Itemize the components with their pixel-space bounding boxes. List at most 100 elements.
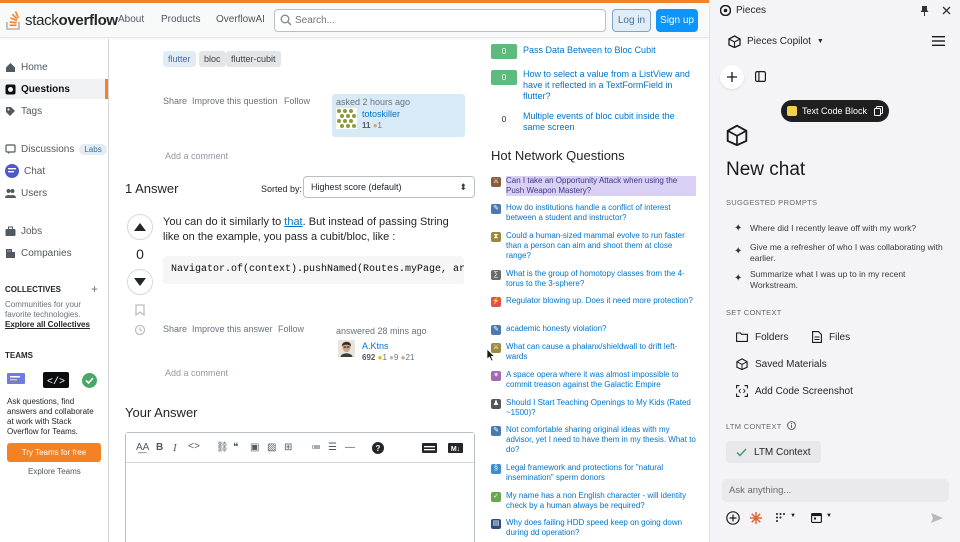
hot-network-item[interactable]: ✶ A space opera where it was almost impos… — [491, 370, 701, 392]
hot-network-item[interactable]: ✎ Not comfortable sharing original ideas … — [491, 425, 701, 454]
plus-icon[interactable]: + — [91, 282, 98, 296]
question-share-link[interactable]: Share — [163, 96, 187, 106]
nav-overflowai[interactable]: OverflowAI — [216, 14, 265, 25]
snippet-icon[interactable]: ▣ — [250, 442, 259, 453]
explore-teams-link[interactable]: Explore Teams — [28, 467, 81, 476]
context-files-button[interactable]: Files — [806, 326, 856, 348]
hot-network-item[interactable]: § Legal framework and protections for "na… — [491, 463, 701, 485]
answer-editor[interactable]: A͟A B I <> ⛓ ❝ ▣ ▨ ⊞ ≔ ☰ ― ? M↓ — [125, 432, 475, 542]
hamburger-menu-icon[interactable] — [932, 36, 945, 46]
add-code-screenshot-button[interactable]: Add Code Screenshot — [730, 380, 859, 402]
hot-network-question-link[interactable]: What is the group of homotopy classes fr… — [506, 269, 696, 289]
explore-collectives-link[interactable]: Explore all Collectives — [5, 320, 90, 329]
info-icon[interactable] — [787, 421, 796, 430]
text-code-block-pill[interactable]: Text Code Block — [781, 100, 889, 122]
hot-network-item[interactable]: ⚡ Regulator blowing up. Does it need more… — [491, 296, 701, 318]
sidebar-item-discussions[interactable]: Discussions Labs — [0, 139, 108, 159]
user-name-link[interactable]: A.Ktns — [362, 341, 389, 351]
related-question[interactable]: 0 Multiple events of bloc cubit inside t… — [491, 111, 701, 135]
help-icon[interactable]: ? — [372, 442, 384, 454]
upvote-button[interactable] — [127, 214, 153, 240]
related-question-link[interactable]: How to select a value from a ListView an… — [523, 69, 699, 102]
signup-button[interactable]: Sign up — [656, 9, 698, 32]
markdown-mode-icon[interactable]: M↓ — [448, 443, 463, 453]
hot-network-item[interactable]: ∑ What is the group of homotopy classes f… — [491, 269, 701, 291]
image-icon[interactable]: ▨ — [267, 442, 276, 453]
copy-icon[interactable] — [874, 106, 883, 116]
bold-icon[interactable]: B — [156, 442, 163, 453]
hot-network-question-link[interactable]: A space opera where it was almost imposs… — [506, 370, 696, 390]
sidebar-item-home[interactable]: Home — [0, 57, 108, 77]
italic-icon[interactable]: I — [173, 442, 177, 454]
add-circle-icon[interactable] — [726, 511, 740, 525]
hot-network-question-link[interactable]: How do institutions handle a conflict of… — [506, 203, 696, 223]
table-icon[interactable]: ⊞ — [284, 442, 292, 453]
user-name-link[interactable]: totoskiller — [362, 109, 400, 119]
related-question[interactable]: 0 Pass Data Between to Bloc Cubit — [491, 44, 701, 66]
ask-anything-input[interactable]: Ask anything... — [722, 479, 949, 502]
hot-network-item[interactable]: ⚔ What can cause a phalanx/shieldwall to … — [491, 342, 701, 364]
ordered-list-icon[interactable]: ≔ — [311, 442, 321, 453]
question-add-comment-link[interactable]: Add a comment — [165, 151, 228, 161]
model-sparkle-icon[interactable] — [749, 511, 763, 525]
pin-icon[interactable] — [920, 5, 929, 16]
time-range-dropdown[interactable]: ▼ — [811, 511, 835, 525]
hot-network-question-link[interactable]: Why does failing HDD speed keep on going… — [506, 518, 696, 538]
hot-network-question-link[interactable]: Should I Start Teaching Openings to My K… — [506, 398, 696, 418]
tag-bloc[interactable]: bloc — [199, 51, 226, 67]
horizontal-rule-icon[interactable]: ― — [345, 442, 355, 453]
toggle-sidebar-button[interactable] — [749, 65, 773, 89]
sidebar-item-companies[interactable]: Companies — [0, 243, 108, 263]
related-question[interactable]: 0 How to select a value from a ListView … — [491, 69, 701, 103]
sort-select[interactable]: Highest score (default) ⬍ — [303, 176, 475, 198]
nav-about[interactable]: About — [118, 14, 144, 25]
tag-flutter[interactable]: flutter — [163, 51, 196, 67]
hot-network-item[interactable]: ⧗ Could a human-sized mammal evolve to ru… — [491, 231, 701, 260]
question-improve-link[interactable]: Improve this question — [192, 96, 278, 106]
code-inline-icon[interactable]: <> — [188, 442, 200, 453]
unordered-list-icon[interactable]: ☰ — [328, 442, 337, 453]
hot-network-item[interactable]: ♟ Should I Start Teaching Openings to My … — [491, 398, 701, 420]
hot-network-item[interactable]: ⚔ Can I take an Opportunity Attack when u… — [491, 176, 701, 198]
login-button[interactable]: Log in — [612, 9, 651, 32]
question-follow-link[interactable]: Follow — [284, 96, 310, 106]
hot-network-question-link[interactable]: What can cause a phalanx/shieldwall to d… — [506, 342, 696, 362]
hot-network-item[interactable]: ✓ My name has a non English character - w… — [491, 491, 701, 513]
hot-network-question-link[interactable]: Legal framework and protections for "nat… — [506, 463, 696, 483]
nav-products[interactable]: Products — [161, 14, 200, 25]
answer-add-comment-link[interactable]: Add a comment — [165, 368, 228, 378]
bookmark-icon[interactable] — [135, 304, 145, 316]
hot-network-question-link[interactable]: Regulator blowing up. Does it need more … — [506, 296, 696, 306]
tag-flutter-cubit[interactable]: flutter-cubit — [226, 51, 281, 67]
site-logo[interactable]: stackoverflow — [6, 8, 118, 32]
sidebar-item-chat[interactable]: Chat — [0, 161, 108, 181]
related-question-link[interactable]: Multiple events of bloc cubit inside the… — [523, 111, 699, 133]
avatar[interactable] — [338, 340, 355, 357]
sidebar-item-tags[interactable]: Tags — [0, 101, 108, 121]
hot-network-question-link[interactable]: Could a human-sized mammal evolve to run… — [506, 231, 696, 261]
link-icon[interactable]: ⛓ — [216, 442, 229, 453]
quote-icon[interactable]: ❝ — [233, 442, 238, 453]
answer-share-link[interactable]: Share — [163, 324, 187, 334]
hot-network-question-link[interactable]: Can I take an Opportunity Attack when us… — [506, 176, 696, 196]
new-chat-button[interactable] — [720, 65, 744, 89]
hot-network-item[interactable]: ✎ How do institutions handle a conflict o… — [491, 203, 701, 225]
context-scope-dropdown[interactable]: ▼ — [775, 511, 799, 525]
answer-inline-link[interactable]: that — [284, 216, 302, 228]
try-teams-button[interactable]: Try Teams for free — [7, 443, 101, 462]
search-input[interactable] — [295, 13, 595, 28]
downvote-button[interactable] — [127, 269, 153, 295]
copilot-selector[interactable]: Pieces Copilot ▼ — [728, 33, 824, 49]
avatar[interactable] — [336, 108, 357, 129]
hot-network-question-link[interactable]: My name has a non English character - wi… — [506, 491, 696, 511]
history-icon[interactable] — [134, 324, 146, 336]
hot-network-question-link[interactable]: Not comfortable sharing original ideas w… — [506, 425, 696, 455]
sidebar-item-users[interactable]: Users — [0, 183, 108, 203]
context-folders-button[interactable]: Folders — [730, 326, 794, 348]
close-icon[interactable] — [942, 6, 951, 15]
related-question-link[interactable]: Pass Data Between to Bloc Cubit — [523, 45, 699, 56]
answer-improve-link[interactable]: Improve this answer — [192, 324, 273, 334]
hot-network-item[interactable]: ▤ Why does failing HDD speed keep on goin… — [491, 518, 701, 540]
sidebar-item-jobs[interactable]: Jobs — [0, 221, 108, 241]
sidebar-item-questions[interactable]: Questions — [0, 79, 108, 99]
